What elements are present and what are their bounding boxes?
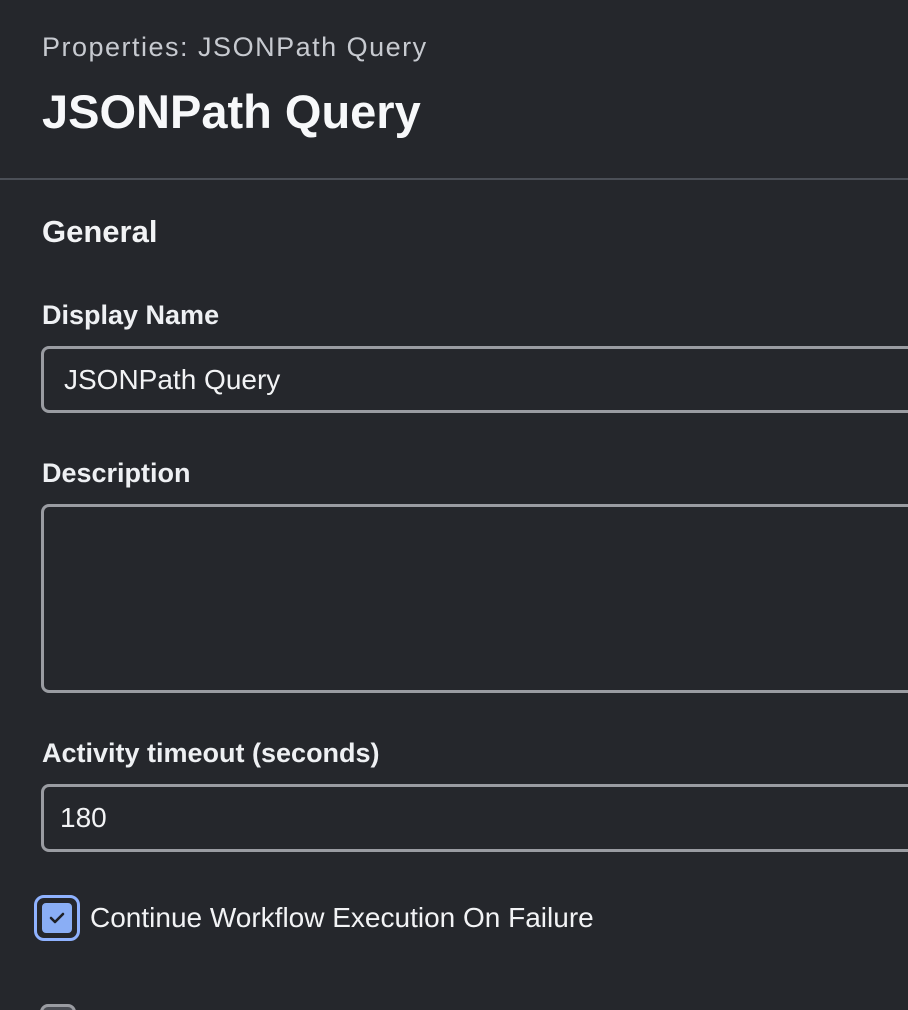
activity-timeout-input[interactable]: [41, 784, 908, 852]
activity-timeout-label: Activity timeout (seconds): [42, 738, 380, 768]
description-label: Description: [42, 458, 191, 488]
panel-title: JSONPath Query: [42, 85, 421, 138]
display-name-label: Display Name: [42, 300, 220, 330]
section-title-general: General: [42, 214, 158, 249]
description-textarea[interactable]: [41, 504, 908, 693]
checkmark-icon: [49, 912, 65, 924]
panel-header: Properties: JSONPath Query JSONPath Quer…: [0, 0, 908, 180]
continue-on-failure-checkbox[interactable]: [34, 895, 80, 941]
checkbox-fill: [40, 901, 74, 935]
continue-on-failure-label: Continue Workflow Execution On Failure: [90, 902, 594, 933]
display-name-input[interactable]: [41, 346, 908, 413]
next-option-checkbox[interactable]: [40, 1004, 76, 1010]
panel-subtitle: Properties: JSONPath Query: [42, 32, 428, 62]
continue-on-failure-option[interactable]: Continue Workflow Execution On Failure: [34, 894, 594, 942]
